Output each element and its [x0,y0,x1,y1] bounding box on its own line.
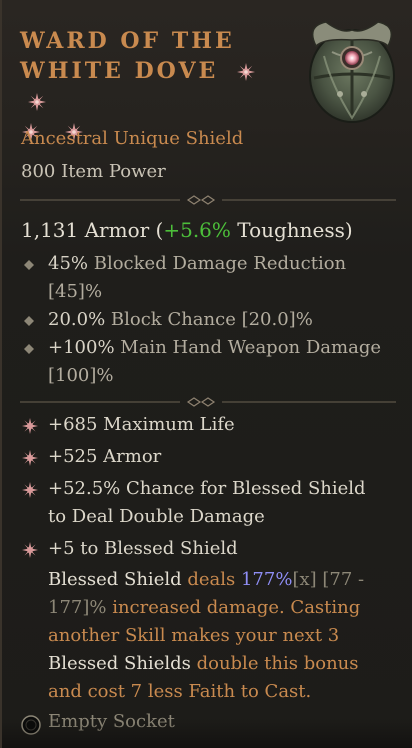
diamond-bullet-icon [24,344,34,354]
implicit-stat: +100% Main Hand Weapon Damage [100]% [48,334,388,390]
implicit-text: Block Chance [20.0]% [105,309,313,330]
diamond-bullet-icon [24,316,34,326]
unique-star-icon [22,542,38,558]
unique-star-icon [236,63,255,81]
implicit-value: 20.0% [48,309,106,330]
bottom-shade [2,718,412,748]
affix-stat: +525 Armor [48,446,162,467]
implicit-value: +100% [48,337,115,358]
armor-stat: 1,131 Armor (+5.6% Toughness) [21,218,353,242]
item-tooltip: WARD OF THE WHITE DOVE Ancestral Unique … [0,0,412,748]
implicit-text: Main Hand Weapon Damage [114,337,381,358]
aspect-skill: Blessed Shield [48,569,182,590]
unique-star-icon [22,482,38,498]
diamond-bullet-icon [24,260,34,270]
implicit-range: [100]% [48,365,114,386]
implicit-text: Blocked Damage Reduction [88,253,347,274]
aspect-value: 177% [240,569,293,590]
affix-stat: +685 Maximum Life [48,414,235,435]
aspect-text: deals [181,569,241,590]
item-subtype: Ancestral Unique Shield [21,128,244,149]
unique-star-icon [28,93,46,111]
implicit-stat: 20.0% Block Chance [20.0]% [48,306,388,334]
item-name-line1: WARD OF THE [20,28,235,54]
toughness-value: +5.6% [163,218,231,242]
affix-stat: +5 to Blessed Shield [48,538,238,559]
implicit-range: [45]% [48,281,103,302]
unique-star-icon [22,418,38,434]
section-divider [20,195,396,205]
shield-icon [302,16,402,128]
section-divider [20,397,396,407]
unique-star-icon [22,450,38,466]
aspect-skill: Blessed Shields [48,653,191,674]
implicit-value: 45% [48,253,89,274]
item-name-line2: WHITE DOVE [20,58,219,84]
affix-stat: +52.5% Chance for Blessed Shield to Deal… [48,478,366,527]
implicit-stat: 45% Blocked Damage Reduction [45]% [48,250,388,306]
item-power: 800 Item Power [21,161,166,182]
armor-value: 1,131 Armor ( [21,218,164,242]
toughness-label: Toughness) [230,218,353,242]
unique-power-text: Blessed Shield deals 177%[x] [77 - 177]%… [48,566,388,706]
